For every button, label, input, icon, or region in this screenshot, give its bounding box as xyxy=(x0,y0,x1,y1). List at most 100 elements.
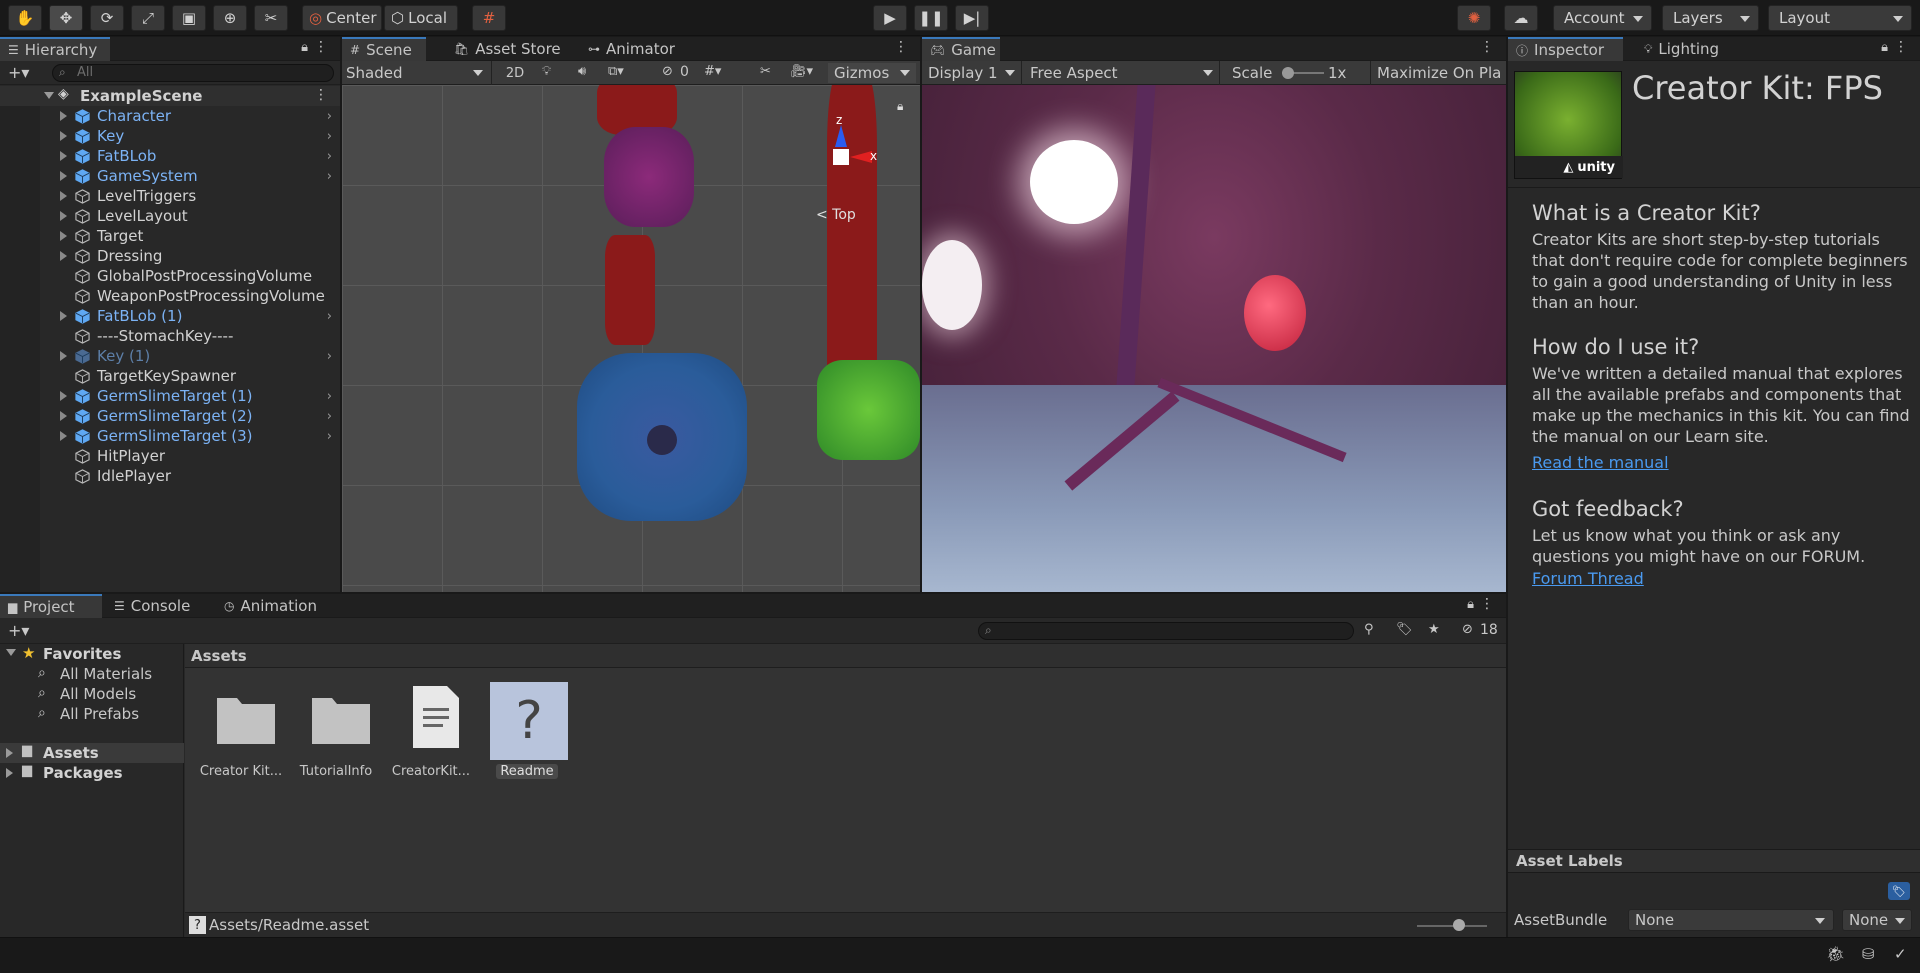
tree-item-assets[interactable]: ▆ Assets xyxy=(0,743,184,763)
hierarchy-item[interactable]: GermSlimeTarget (1) › xyxy=(0,386,340,406)
expand-arrow-icon[interactable] xyxy=(60,191,67,201)
custom-tool-button[interactable]: ✂ xyxy=(254,5,288,31)
scene-row[interactable]: ◈ ExampleScene ⋮ xyxy=(0,86,340,106)
expand-arrow-icon[interactable] xyxy=(6,748,13,758)
hierarchy-item[interactable]: GameSystem › xyxy=(0,166,340,186)
scene-menu-icon[interactable]: ⋮ xyxy=(314,87,328,103)
cloud-button[interactable]: ☁ xyxy=(1504,5,1538,31)
hidden-packages-icon[interactable]: ⊘ xyxy=(1462,622,1473,637)
hierarchy-item[interactable]: Dressing xyxy=(0,246,340,266)
expand-arrow-icon[interactable] xyxy=(60,211,67,221)
scene-viewport[interactable]: z x < Top 🔒︎ xyxy=(342,85,920,592)
hierarchy-item[interactable]: Key (1) › xyxy=(0,346,340,366)
hierarchy-search-input[interactable]: ⌕ All xyxy=(52,64,334,82)
chevron-right-icon[interactable]: › xyxy=(327,109,332,124)
variant-dropdown[interactable]: None xyxy=(1842,909,1912,931)
expand-arrow-icon[interactable] xyxy=(44,92,54,99)
transform-tool-button[interactable]: ⊕ xyxy=(213,5,247,31)
hierarchy-item[interactable]: GermSlimeTarget (2) › xyxy=(0,406,340,426)
expand-arrow-icon[interactable] xyxy=(60,231,67,241)
scale-tool-button[interactable]: ⤢ xyxy=(131,5,165,31)
expand-arrow-icon[interactable] xyxy=(60,411,67,421)
chevron-right-icon[interactable]: › xyxy=(327,129,332,144)
hierarchy-item[interactable]: FatBLob (1) › xyxy=(0,306,340,326)
fav-all-models[interactable]: ⌕ All Models xyxy=(0,684,184,704)
expand-arrow-icon[interactable] xyxy=(60,431,67,441)
cache-server-icon[interactable]: ⛁ xyxy=(1862,945,1875,963)
fav-all-prefabs[interactable]: ⌕ All Prefabs xyxy=(0,704,184,724)
hierarchy-item[interactable]: WeaponPostProcessingVolume xyxy=(0,286,340,306)
progress-check-icon[interactable]: ✓ xyxy=(1894,945,1907,963)
more-options-icon[interactable]: ⋮ xyxy=(1480,596,1494,612)
hierarchy-item[interactable]: GlobalPostProcessingVolume xyxy=(0,266,340,286)
expand-arrow-icon[interactable] xyxy=(6,649,16,656)
favorite-star-icon[interactable]: ★ xyxy=(1428,622,1440,637)
add-icon[interactable]: +▾ xyxy=(8,621,29,640)
lock-icon[interactable]: 🔒︎ xyxy=(1467,597,1474,612)
expand-arrow-icon[interactable] xyxy=(60,311,67,321)
hierarchy-item[interactable]: Target xyxy=(0,226,340,246)
move-tool-button[interactable]: ✥ xyxy=(49,5,83,31)
hierarchy-item[interactable]: ----StomachKey---- xyxy=(0,326,340,346)
hand-tool-button[interactable]: ✋ xyxy=(8,5,42,31)
scale-slider-thumb[interactable] xyxy=(1282,67,1294,79)
layers-dropdown[interactable]: Layers xyxy=(1662,5,1759,31)
chevron-right-icon[interactable]: › xyxy=(327,169,332,184)
tab-hierarchy[interactable]: ☰ Hierarchy xyxy=(0,37,110,61)
read-manual-link[interactable]: Read the manual xyxy=(1532,453,1669,472)
favorites-row[interactable]: ★ Favorites xyxy=(0,644,184,664)
layout-dropdown[interactable]: Layout xyxy=(1768,5,1912,31)
collab-button[interactable]: ✺ xyxy=(1457,5,1491,31)
expand-arrow-icon[interactable] xyxy=(6,768,13,778)
hierarchy-item[interactable]: FatBLob › xyxy=(0,146,340,166)
asset-item[interactable]: CreatorKit... xyxy=(387,682,475,792)
maximize-on-play-toggle[interactable]: Maximize On Pla xyxy=(1370,61,1506,85)
step-button[interactable]: ▶| xyxy=(955,5,989,31)
game-viewport[interactable] xyxy=(922,85,1506,592)
chevron-right-icon[interactable]: › xyxy=(327,309,332,324)
display-dropdown[interactable]: Display 1 xyxy=(922,61,1022,85)
hidden-objects-icon[interactable]: ⊘ xyxy=(662,64,673,79)
icon-size-slider-track[interactable] xyxy=(1417,925,1487,927)
account-dropdown[interactable]: Account xyxy=(1553,5,1652,31)
hierarchy-item[interactable]: LevelTriggers xyxy=(0,186,340,206)
pivot-local-toggle[interactable]: ⬡ Local xyxy=(384,5,458,31)
effects-icon[interactable]: ⧉▾ xyxy=(608,64,624,79)
tab-console[interactable]: ☰ Console xyxy=(106,594,198,618)
chevron-right-icon[interactable]: › xyxy=(327,349,332,364)
lock-icon[interactable]: 🔒︎ xyxy=(1881,40,1888,55)
chevron-right-icon[interactable]: › xyxy=(327,149,332,164)
more-options-icon[interactable]: ⋮ xyxy=(1894,39,1908,55)
hierarchy-item[interactable]: TargetKeySpawner xyxy=(0,366,340,386)
hierarchy-item[interactable]: HitPlayer xyxy=(0,446,340,466)
pivot-center-toggle[interactable]: ◎ Center xyxy=(302,5,382,31)
tools-icon[interactable]: ✂ xyxy=(760,64,771,79)
expand-arrow-icon[interactable] xyxy=(60,151,67,161)
chevron-right-icon[interactable]: › xyxy=(327,429,332,444)
expand-arrow-icon[interactable] xyxy=(60,131,67,141)
more-options-icon[interactable]: ⋮ xyxy=(894,39,908,55)
hierarchy-item[interactable]: IdlePlayer xyxy=(0,466,340,486)
tab-lighting[interactable]: 💡︎ Lighting xyxy=(1636,37,1727,61)
grid-toggle-icon[interactable]: #▾ xyxy=(704,64,721,79)
grid-snap-button[interactable]: # xyxy=(472,5,506,31)
shading-mode-dropdown[interactable]: Shaded xyxy=(342,61,492,85)
breadcrumb[interactable]: Assets xyxy=(185,644,1506,668)
camera-icon[interactable]: 🎥︎▾ xyxy=(790,64,813,79)
tab-asset-store[interactable]: 🛍︎ Asset Store xyxy=(446,37,569,61)
lock-icon[interactable]: 🔒︎ xyxy=(301,40,308,55)
expand-arrow-icon[interactable] xyxy=(60,171,67,181)
lighting-icon[interactable]: 💡︎ xyxy=(542,64,551,79)
tab-scene[interactable]: # Scene xyxy=(342,37,426,61)
hierarchy-item[interactable]: Key › xyxy=(0,126,340,146)
add-icon[interactable]: +▾ xyxy=(8,63,29,82)
tab-inspector[interactable]: ⓘ Inspector xyxy=(1508,37,1623,61)
hierarchy-item[interactable]: LevelLayout xyxy=(0,206,340,226)
more-options-icon[interactable]: ⋮ xyxy=(314,39,328,55)
lock-icon[interactable]: 🔒︎ xyxy=(897,99,903,114)
orientation-gizmo[interactable]: z x < Top xyxy=(808,113,898,225)
audio-icon[interactable]: 🔊︎ xyxy=(578,64,586,79)
aspect-dropdown[interactable]: Free Aspect xyxy=(1024,61,1220,85)
tab-animator[interactable]: ⊶ Animator xyxy=(580,37,683,61)
hierarchy-item[interactable]: Character › xyxy=(0,106,340,126)
